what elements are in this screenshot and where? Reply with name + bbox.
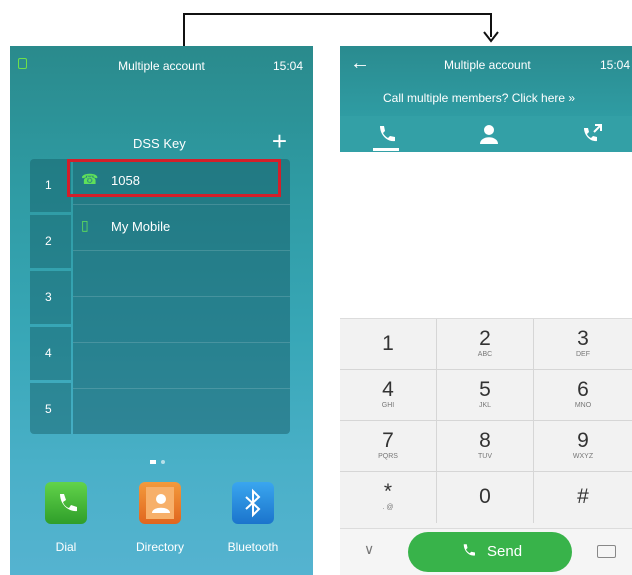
key-6[interactable]: 6 MNO	[534, 370, 632, 421]
dial-tab-icon[interactable]	[374, 122, 398, 146]
dss-page-3[interactable]: 3	[30, 271, 71, 324]
key-5[interactable]: 5 JKL	[437, 370, 534, 421]
dial-keypad: 1 2 ABC 3 DEF 4 GHI 5 JKL 6 MNO 7 PQRS 8 TUV 9W…	[340, 318, 632, 528]
dss-page-1[interactable]: 1	[30, 159, 71, 212]
dss-key-my-mobile[interactable]: ▯ My Mobile	[73, 205, 290, 251]
page-indicator	[150, 459, 170, 465]
phone-icon	[460, 542, 478, 565]
dock-bluetooth[interactable]: Bluetooth	[216, 482, 290, 554]
connector-arrowhead-icon	[483, 31, 499, 43]
bluetooth-icon	[232, 482, 274, 524]
send-label: Send	[487, 543, 523, 560]
add-dss-key-button[interactable]: +	[272, 128, 287, 154]
key-hash[interactable]: #	[534, 472, 632, 523]
left-phone-screen: Multiple account 15:04 DSS Key + 1 2 3 4…	[10, 46, 313, 575]
contacts-tab-icon[interactable]	[477, 122, 501, 146]
dss-page-2[interactable]: 2	[30, 215, 71, 268]
dialer-header: ← Multiple account 15:04 Call multiple m…	[340, 46, 632, 116]
dss-page-numbers: 1 2 3 4 5	[30, 159, 71, 434]
active-tab-indicator	[373, 148, 399, 151]
dock-dial[interactable]: Dial	[29, 482, 103, 554]
dss-key-label: My Mobile	[111, 219, 171, 234]
dock-label: Dial	[55, 540, 77, 554]
mobile-icon: ▯	[81, 217, 89, 233]
collapse-keypad-icon[interactable]: ∨	[364, 541, 374, 558]
status-bar: Multiple account 15:04	[10, 46, 313, 84]
key-2[interactable]: 2 ABC	[437, 319, 534, 370]
dialer-bottom-bar: ∨ Send	[340, 528, 632, 575]
key-1[interactable]: 1	[340, 319, 437, 370]
history-tab-icon[interactable]	[580, 122, 604, 146]
key-3[interactable]: 3 DEF	[534, 319, 632, 370]
back-arrow-icon[interactable]: ←	[350, 52, 370, 75]
my-mobile-highlight-box	[67, 159, 281, 197]
dss-key-panel: 1 2 3 4 5 ☎ 1058 ▯ My Mobile	[30, 159, 290, 434]
page-dot	[161, 460, 165, 464]
right-phone-screen: ← Multiple account 15:04 Call multiple m…	[340, 46, 632, 575]
key-9[interactable]: 9 WXYZ	[534, 421, 632, 472]
key-8[interactable]: 8 TUV	[437, 421, 534, 472]
key-7[interactable]: 7 PQRS	[340, 421, 437, 472]
dss-key-empty[interactable]	[73, 297, 290, 343]
dss-page-5[interactable]: 5	[30, 383, 71, 434]
dss-key-list: ☎ 1058 ▯ My Mobile	[73, 159, 290, 434]
dock-label: Bluetooth	[227, 540, 279, 554]
dss-page-4[interactable]: 4	[30, 327, 71, 380]
status-title: Multiple account	[118, 59, 205, 73]
directory-icon	[139, 482, 181, 524]
dock-label: Directory	[135, 540, 184, 554]
dial-icon	[45, 482, 87, 524]
dss-key-empty[interactable]	[73, 251, 290, 297]
key-0[interactable]: 0	[437, 472, 534, 523]
call-multiple-members-link[interactable]: Call multiple members? Click here »	[383, 91, 575, 105]
keyboard-icon[interactable]	[597, 545, 616, 558]
header-time: 15:04	[599, 58, 630, 72]
page-dot-active	[150, 460, 156, 464]
header-title: Multiple account	[444, 58, 531, 72]
connector-arrow-horizontal	[183, 13, 492, 15]
dss-title: DSS Key	[133, 136, 186, 151]
dss-header: DSS Key +	[10, 128, 313, 156]
key-4[interactable]: 4 GHI	[340, 370, 437, 421]
dss-key-empty[interactable]	[73, 343, 290, 389]
status-time: 15:04	[272, 59, 303, 73]
dialer-tabs	[340, 116, 632, 152]
dock-directory[interactable]: Directory	[123, 482, 197, 554]
dss-key-empty[interactable]	[73, 389, 290, 434]
send-button[interactable]: Send	[408, 532, 572, 572]
key-star[interactable]: *. @	[340, 472, 437, 523]
